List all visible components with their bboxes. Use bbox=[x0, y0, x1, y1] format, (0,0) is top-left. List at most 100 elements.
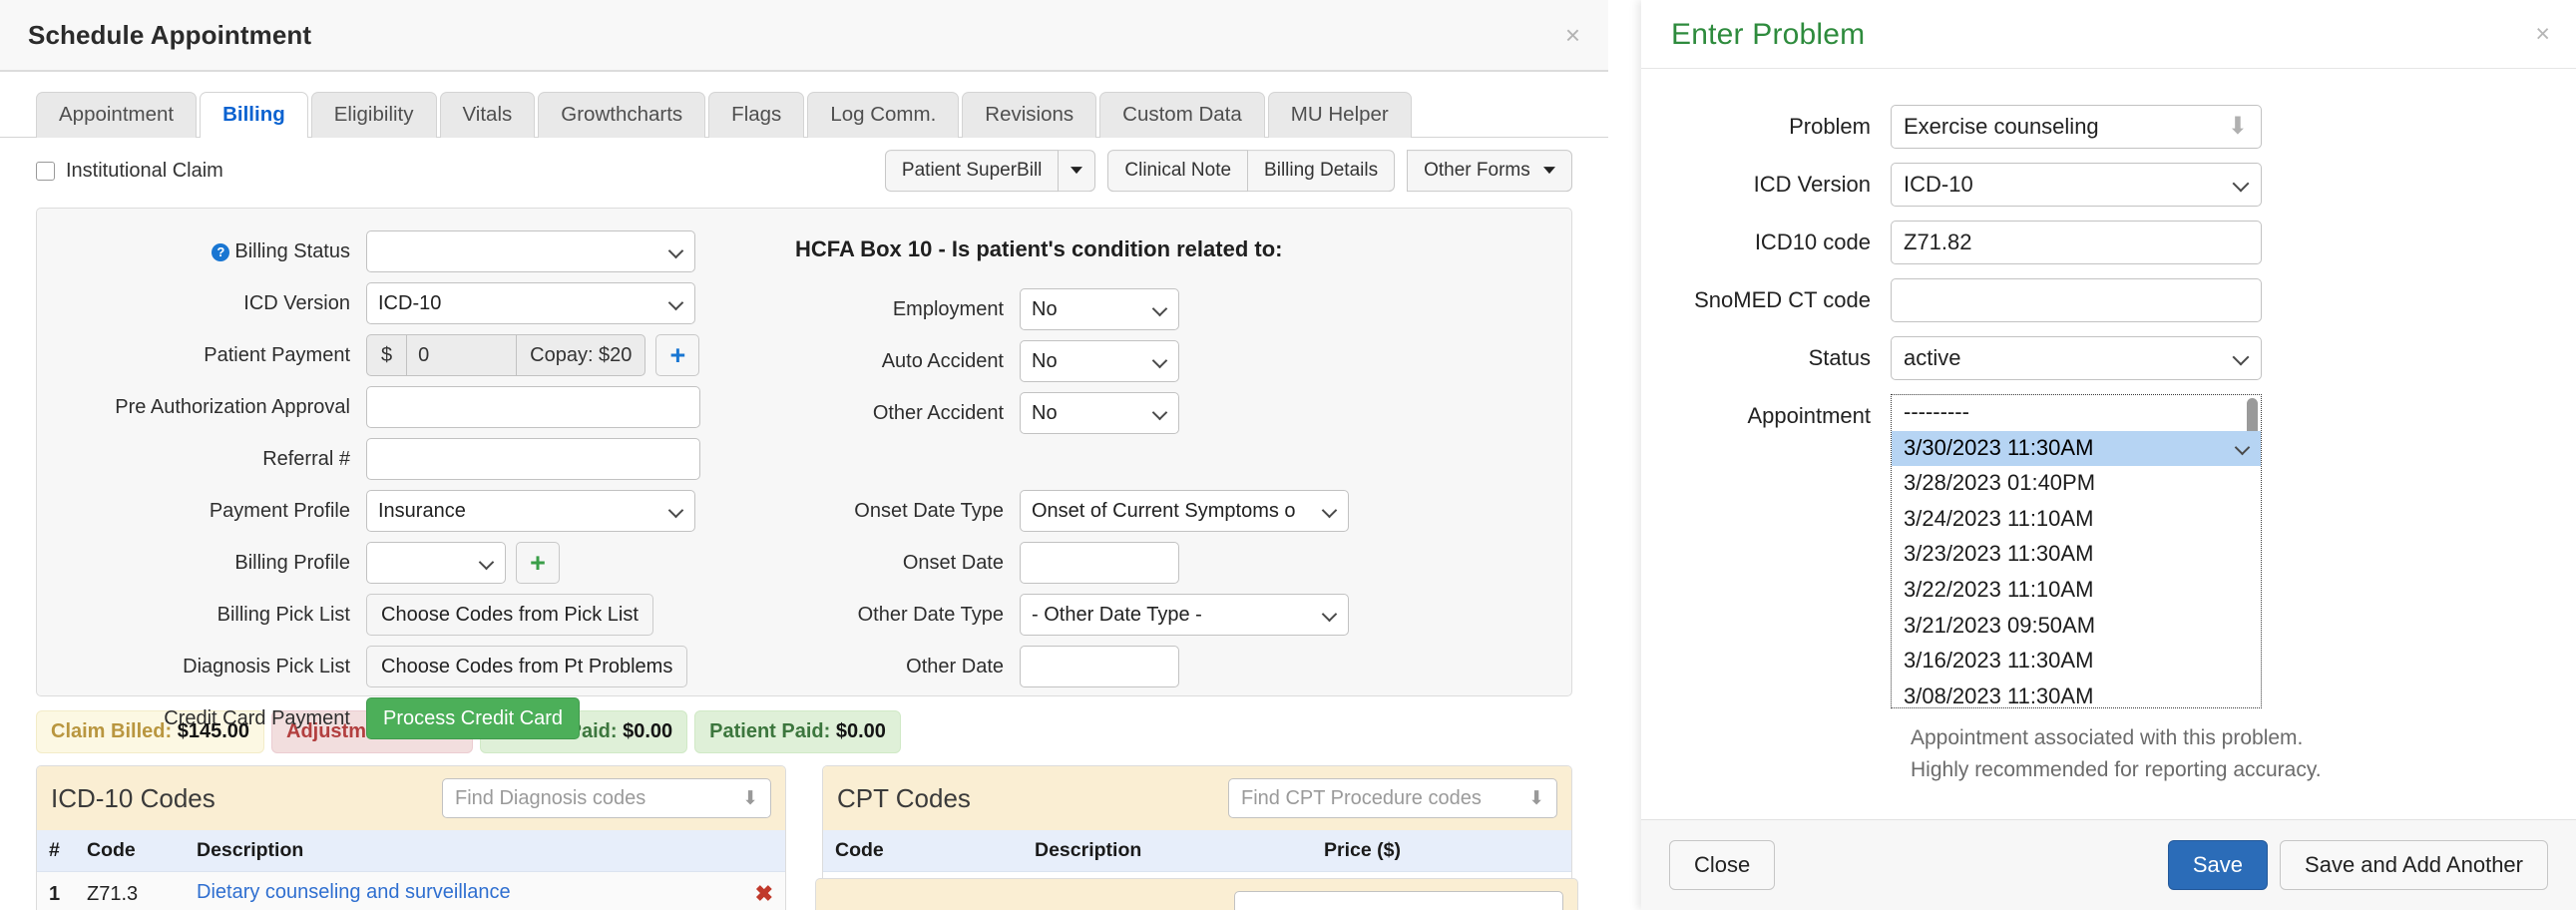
pre-authorization-label: Pre Authorization Approval bbox=[115, 395, 350, 418]
tab-appointment[interactable]: Appointment bbox=[36, 91, 198, 138]
other-accident-select[interactable]: No bbox=[1020, 392, 1179, 434]
institutional-claim-checkbox[interactable]: Institutional Claim bbox=[36, 160, 223, 183]
checkbox-box[interactable] bbox=[36, 161, 55, 181]
find-diagnosis-codes-input[interactable]: Find Diagnosis codes ⬇ bbox=[442, 778, 771, 818]
icd10-row-code[interactable]: Z71.3 bbox=[75, 871, 185, 910]
choose-codes-pick-list-button[interactable]: Choose Codes from Pick List bbox=[366, 594, 653, 636]
table-row[interactable]: 1 Z71.3 Dietary counseling and surveilla… bbox=[37, 871, 785, 910]
currency-symbol: $ bbox=[366, 334, 407, 376]
auto-accident-select[interactable]: No bbox=[1020, 340, 1179, 382]
onset-date-type-label: Onset Date Type bbox=[854, 499, 1004, 522]
tab-eligibility[interactable]: Eligibility bbox=[310, 91, 437, 138]
onset-date-label: Onset Date bbox=[902, 551, 1004, 574]
tab-flags[interactable]: Flags bbox=[708, 91, 805, 138]
icd10-code-input[interactable]: Z71.82 bbox=[1891, 221, 2262, 264]
list-item[interactable]: 3/30/2023 11:30AM bbox=[1892, 430, 2261, 467]
save-and-add-another-button[interactable]: Save and Add Another bbox=[2280, 840, 2548, 890]
close-button[interactable]: Close bbox=[1669, 840, 1776, 890]
find-cpt-placeholder: Find CPT Procedure codes bbox=[1241, 786, 1482, 809]
close-icon[interactable]: × bbox=[1565, 22, 1580, 48]
add-payment-button[interactable]: + bbox=[655, 334, 700, 376]
hcfa-box10-column: HCFA Box 10 - Is patient's condition rel… bbox=[735, 230, 1593, 697]
field-diagnosis-pick-list: Diagnosis Pick List Choose Codes from Pt… bbox=[37, 646, 715, 687]
status-select[interactable]: active bbox=[1891, 336, 2262, 380]
tab-log-comm[interactable]: Log Comm. bbox=[807, 91, 960, 138]
list-item[interactable]: 3/28/2023 01:40PM bbox=[1892, 466, 2261, 502]
list-item[interactable]: 3/23/2023 11:30AM bbox=[1892, 537, 2261, 573]
second-panel-search[interactable] bbox=[1234, 891, 1563, 910]
process-credit-card-button[interactable]: Process Credit Card bbox=[366, 697, 581, 739]
problem-input[interactable]: Exercise counseling ⬇ bbox=[1891, 105, 2262, 149]
cpt-col-description: Description bbox=[1023, 830, 1312, 872]
billing-pick-list-label: Billing Pick List bbox=[216, 603, 350, 626]
cpt-col-code: Code bbox=[823, 830, 1023, 872]
choose-codes-pt-problems-button[interactable]: Choose Codes from Pt Problems bbox=[366, 646, 688, 687]
tab-vitals[interactable]: Vitals bbox=[439, 91, 536, 138]
tab-revisions[interactable]: Revisions bbox=[962, 91, 1097, 138]
clinical-note-button[interactable]: Clinical Note bbox=[1107, 150, 1249, 192]
other-date-input[interactable] bbox=[1020, 646, 1179, 687]
chevron-down-icon bbox=[1071, 167, 1083, 175]
billing-status-select[interactable] bbox=[366, 230, 695, 272]
billing-profile-select[interactable] bbox=[366, 542, 506, 584]
payment-profile-label: Payment Profile bbox=[209, 499, 350, 522]
modal-close-icon[interactable]: × bbox=[2535, 22, 2550, 47]
screen-root: Schedule Appointment × Appointment Billi… bbox=[0, 0, 2576, 910]
delete-icon[interactable]: ✖ bbox=[755, 881, 773, 907]
modal-title: Enter Problem bbox=[1671, 18, 1866, 51]
status-badge-patient-paid: Patient Paid: $0.00 bbox=[694, 710, 901, 753]
field-other-date: Other Date bbox=[735, 646, 1593, 687]
save-button[interactable]: Save bbox=[2167, 840, 2269, 890]
tab-custom-data[interactable]: Custom Data bbox=[1099, 91, 1265, 138]
patient-payment-label: Patient Payment bbox=[204, 343, 350, 366]
modal-body: Problem Exercise counseling ⬇ ICD Versio… bbox=[1641, 69, 2576, 785]
other-date-type-select[interactable]: - Other Date Type - bbox=[1020, 594, 1349, 636]
onset-date-type-select[interactable]: Onset of Current Symptoms o bbox=[1020, 490, 1349, 532]
billing-toolbar: Institutional Claim Patient SuperBill Cl… bbox=[0, 138, 1608, 204]
patient-payment-input[interactable]: 0 bbox=[406, 334, 517, 376]
pre-authorization-input[interactable] bbox=[366, 386, 700, 428]
footer-actions: Save Save and Add Another bbox=[2167, 840, 2548, 890]
field-problem: Problem Exercise counseling ⬇ bbox=[1669, 105, 2548, 149]
payment-profile-select[interactable]: Insurance bbox=[366, 490, 695, 532]
superbill-dropdown-toggle[interactable] bbox=[1059, 150, 1096, 192]
icd10-description-link[interactable]: Dietary counseling and surveillance bbox=[197, 881, 511, 903]
auto-accident-label: Auto Accident bbox=[881, 349, 1004, 372]
list-item[interactable]: 3/21/2023 09:50AM bbox=[1892, 609, 2261, 645]
field-payment-profile: Payment Profile Insurance bbox=[37, 490, 715, 532]
other-forms-button[interactable]: Other Forms bbox=[1407, 150, 1572, 192]
cpt-table: Code Description Price ($) bbox=[823, 830, 1571, 872]
field-auto-accident: Auto Accident No bbox=[735, 340, 1593, 382]
modal-footer: Close Save Save and Add Another bbox=[1641, 819, 2576, 910]
referral-number-input[interactable] bbox=[366, 438, 700, 480]
icd-version-select[interactable]: ICD-10 bbox=[366, 282, 695, 324]
diagnosis-pick-list-label: Diagnosis Pick List bbox=[183, 655, 350, 678]
cpt-title: CPT Codes bbox=[837, 782, 971, 813]
billing-details-button[interactable]: Billing Details bbox=[1248, 150, 1396, 192]
tab-growthcharts[interactable]: Growthcharts bbox=[538, 91, 706, 138]
employment-select[interactable]: No bbox=[1020, 288, 1179, 330]
modal-icd-version-select[interactable]: ICD-10 bbox=[1891, 163, 2262, 207]
add-billing-profile-button[interactable]: + bbox=[516, 542, 560, 584]
onset-date-input[interactable] bbox=[1020, 542, 1179, 584]
find-diagnosis-placeholder: Find Diagnosis codes bbox=[455, 786, 646, 809]
list-item[interactable]: 3/24/2023 11:10AM bbox=[1892, 502, 2261, 538]
list-item[interactable]: --------- bbox=[1892, 395, 2261, 431]
list-item[interactable]: 3/16/2023 11:30AM bbox=[1892, 644, 2261, 680]
appointment-listbox[interactable]: --------- 3/30/2023 11:30AM 3/28/2023 01… bbox=[1891, 394, 2262, 708]
help-icon[interactable]: ? bbox=[212, 242, 230, 261]
window-header: Schedule Appointment × bbox=[0, 0, 1608, 72]
patient-superbill-button[interactable]: Patient SuperBill bbox=[884, 150, 1060, 192]
snomed-code-input[interactable] bbox=[1891, 278, 2262, 322]
tab-billing[interactable]: Billing bbox=[200, 91, 308, 138]
icd10-row-num: 1 bbox=[37, 871, 75, 910]
field-icd10-code: ICD10 code Z71.82 bbox=[1669, 221, 2548, 264]
list-item[interactable]: 3/08/2023 11:30AM bbox=[1892, 680, 2261, 707]
tab-mu-helper[interactable]: MU Helper bbox=[1267, 91, 1412, 138]
other-forms-group: Other Forms bbox=[1407, 150, 1572, 192]
list-item[interactable]: 3/22/2023 11:10AM bbox=[1892, 573, 2261, 609]
problem-label: Problem bbox=[1789, 114, 1871, 139]
find-cpt-codes-input[interactable]: Find CPT Procedure codes ⬇ bbox=[1228, 778, 1557, 818]
modal-icd-version-label: ICD Version bbox=[1753, 172, 1871, 197]
